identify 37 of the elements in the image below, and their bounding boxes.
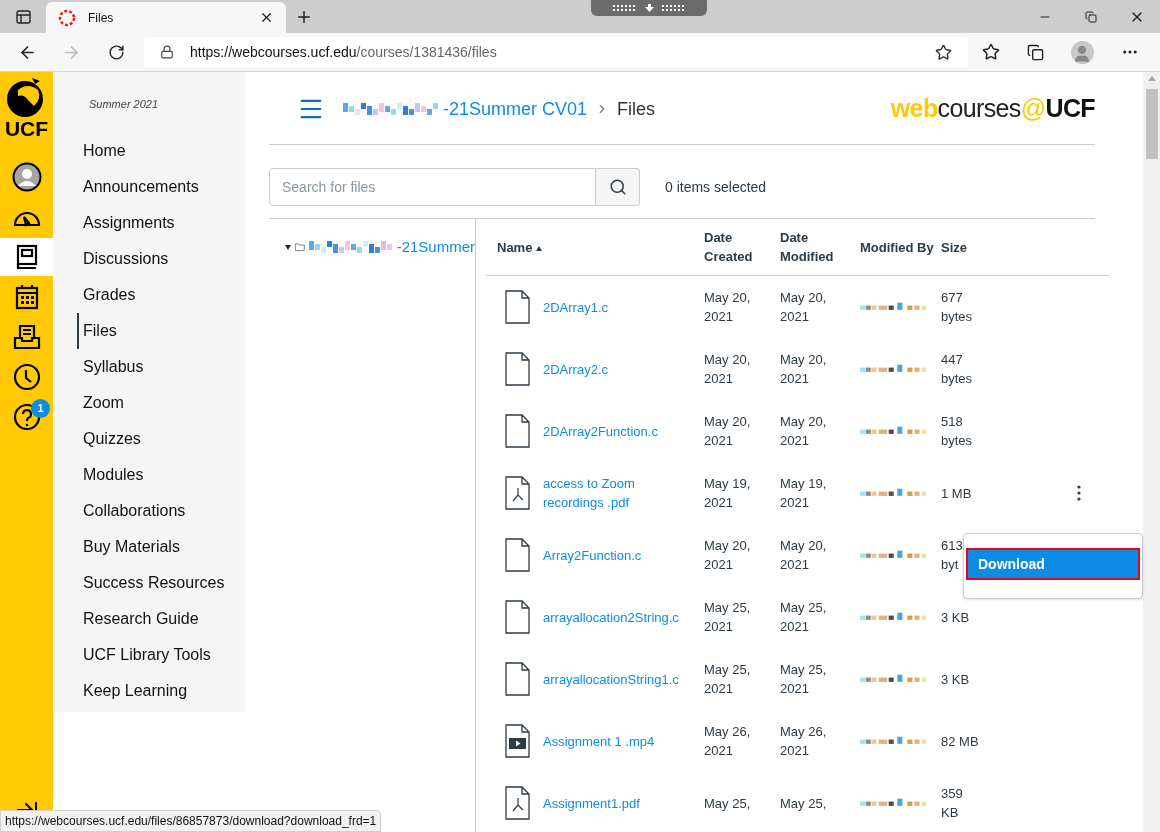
date-modified-cell-text: May 20, 2021 <box>780 413 828 450</box>
size-cell-text: 518 bytes <box>941 413 974 450</box>
status-url-tooltip: https://webcourses.ucf.edu/files/86857873/download?download_frd=1 <box>0 810 382 832</box>
date-created-cell-text: May 25, 2021 <box>704 599 752 636</box>
date-modified-cell-text: May 25, 2021 <box>780 661 828 698</box>
size-cell-text: 359 KB <box>941 785 964 822</box>
size-cell-text: 613 byt <box>941 537 964 574</box>
date-created-cell-text: May 25, <box>704 794 752 813</box>
size-cell-text: 3 KB <box>941 670 971 689</box>
url-text: https://webcourses.ucf.edu/courses/1381436/files <box>190 42 498 62</box>
size-cell-text: 1 MB <box>941 484 973 503</box>
date-created-cell-text: May 20, 2021 <box>704 351 752 388</box>
breadcrumb-current: Files <box>617 97 656 121</box>
date-created-cell-text: May 20, 2021 <box>704 537 752 574</box>
webcourses-logo: webcourses@UCF <box>890 93 1095 125</box>
term-label: Summer 2021 <box>88 97 160 112</box>
size-cell-text: 447 bytes <box>941 351 974 388</box>
folder-name: -21Summer <box>396 237 475 257</box>
date-created-cell-text: May 20, 2021 <box>704 289 752 326</box>
date-modified-cell-text: May 19, 2021 <box>780 475 828 512</box>
date-created-cell-text: May 20, 2021 <box>704 413 752 450</box>
date-created-cell-text: May 19, 2021 <box>704 475 752 512</box>
date-modified-cell-text: May 25, <box>780 794 828 813</box>
tab-title: Files <box>88 9 115 27</box>
selection-count: 0 items selected <box>665 177 767 197</box>
date-created-cell-text: May 25, 2021 <box>704 661 752 698</box>
date-modified-cell-text: May 20, 2021 <box>780 537 828 574</box>
logo-text: UCF <box>4 118 49 140</box>
date-modified-cell-text: May 26, 2021 <box>780 723 828 760</box>
size-cell-text: 677 bytes <box>941 289 974 326</box>
date-created-cell-text: May 26, 2021 <box>704 723 752 760</box>
date-modified-cell-text: May 20, 2021 <box>780 289 828 326</box>
size-cell-text: 82 MB <box>941 732 979 751</box>
date-modified-cell-text: May 25, 2021 <box>780 599 828 636</box>
notification-badge: 1 <box>31 399 50 418</box>
size-cell-text: 3 KB <box>941 608 971 627</box>
date-modified-cell-text: May 20, 2021 <box>780 351 828 388</box>
